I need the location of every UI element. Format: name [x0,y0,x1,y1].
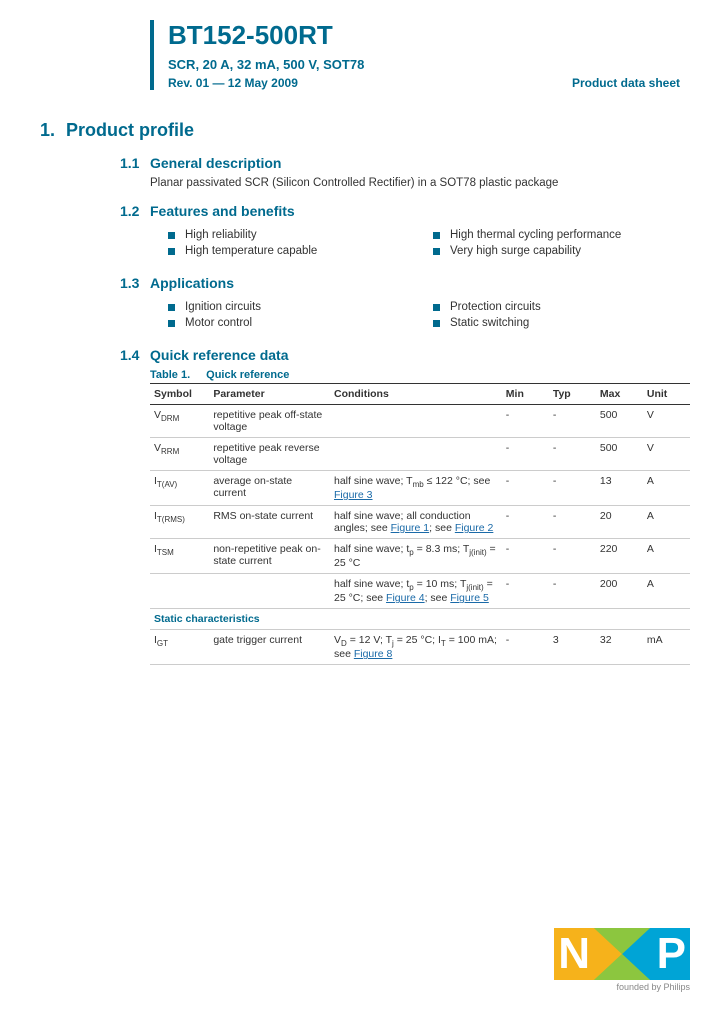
list-item: Ignition circuits [150,301,415,313]
figure-5-link[interactable]: Figure 5 [450,592,489,604]
list-item: Protection circuits [415,301,680,313]
bullet-square-icon [433,248,440,255]
table-row: ITSM non-repetitive peak on-state curren… [150,539,690,574]
section-1-1-heading: 1.1General description [120,155,680,171]
figure-1-link[interactable]: Figure 1 [391,522,430,534]
section-1-2-heading: 1.2Features and benefits [120,203,680,219]
features-list: High reliability High temperature capabl… [150,225,680,261]
bullet-square-icon [168,232,175,239]
figure-4-link[interactable]: Figure 4 [386,592,425,604]
bullet-square-icon [433,320,440,327]
table-row: IGT gate trigger current VD = 12 V; Tj =… [150,630,690,665]
nxp-logo: N P founded by Philips [554,928,690,992]
bullet-square-icon [168,320,175,327]
logo-n-icon: N [554,928,594,980]
quick-reference-table: Symbol Parameter Conditions Min Typ Max … [150,383,690,665]
table-row: IT(AV) average on-state current half sin… [150,471,690,506]
list-item: High temperature capable [150,245,415,257]
table-header-row: Symbol Parameter Conditions Min Typ Max … [150,384,690,405]
bullet-square-icon [168,304,175,311]
logo-p-icon: P [650,928,690,980]
list-item: High thermal cycling performance [415,229,680,241]
figure-8-link[interactable]: Figure 8 [354,648,393,660]
table-row: VDRM repetitive peak off-state voltage -… [150,405,690,438]
bullet-square-icon [433,232,440,239]
table-row: IT(RMS) RMS on-state current half sine w… [150,506,690,539]
list-item: Motor control [150,317,415,329]
subtitle: SCR, 20 A, 32 mA, 500 V, SOT78 [168,57,680,72]
document-header: BT152-500RT SCR, 20 A, 32 mA, 500 V, SOT… [150,20,680,90]
logo-tagline: founded by Philips [554,982,690,992]
list-item: High reliability [150,229,415,241]
bullet-square-icon [433,304,440,311]
figure-2-link[interactable]: Figure 2 [455,522,494,534]
applications-list: Ignition circuits Motor control Protecti… [150,297,680,333]
sheet-type: Product data sheet [572,76,680,90]
bullet-square-icon [168,248,175,255]
part-number: BT152-500RT [168,20,680,51]
general-description-text: Planar passivated SCR (Silicon Controlle… [150,177,680,189]
section-1-4-heading: 1.4Quick reference data [120,347,680,363]
list-item: Very high surge capability [415,245,680,257]
table-row: half sine wave; tp = 10 ms; Tj(init) = 2… [150,574,690,609]
logo-x-icon [594,928,650,980]
section-1-heading: 1.Product profile [40,120,680,141]
section-1-3-heading: 1.3Applications [120,275,680,291]
table-section-row: Static characteristics [150,609,690,630]
table-caption: Table 1.Quick reference [150,369,680,381]
figure-3-link[interactable]: Figure 3 [334,489,373,501]
list-item: Static switching [415,317,680,329]
table-row: VRRM repetitive peak reverse voltage - -… [150,438,690,471]
revision-date: Rev. 01 — 12 May 2009 [168,76,298,90]
